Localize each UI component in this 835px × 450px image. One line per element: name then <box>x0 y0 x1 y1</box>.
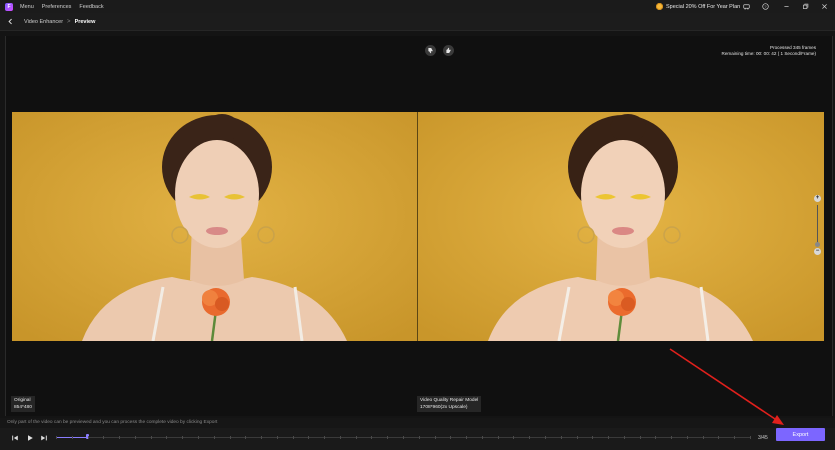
enhanced-model-label: Video Quality Repair Model <box>420 398 479 403</box>
timeline-tick <box>371 436 372 439</box>
timeline-tick <box>718 436 719 439</box>
minimize-icon[interactable] <box>782 2 791 11</box>
preview-area: Processed 345 frames Remaining time: 00:… <box>5 36 833 416</box>
timeline-tick <box>513 436 514 439</box>
timeline-tick <box>482 436 483 439</box>
timeline-tick <box>624 436 625 439</box>
menu-item-feedback[interactable]: Feedback <box>79 4 103 10</box>
timeline-tick <box>608 436 609 439</box>
timeline-tick <box>324 436 325 439</box>
timeline-tick <box>182 436 183 439</box>
app-logo: F <box>5 2 13 11</box>
timeline-tick <box>640 436 641 439</box>
zoom-slider-track[interactable] <box>817 205 818 245</box>
timeline-tick <box>387 436 388 439</box>
play-button[interactable] <box>25 433 35 443</box>
timeline-tick <box>340 436 341 439</box>
enhanced-resolution: 1708*960(2x Upscale) <box>420 405 468 410</box>
timeline-tick <box>356 436 357 439</box>
timeline-tick <box>308 436 309 439</box>
title-bar: F Menu Preferences Feedback Special 20% … <box>0 0 835 13</box>
original-resolution: 854*480 <box>14 405 32 410</box>
timeline-tick <box>198 436 199 439</box>
timeline-tick <box>166 436 167 439</box>
timeline-tick <box>450 436 451 439</box>
restore-icon[interactable] <box>801 2 810 11</box>
timeline-tick <box>72 436 73 439</box>
timeline-tick <box>135 436 136 439</box>
timeline-tick <box>245 436 246 439</box>
previous-frame-button[interactable] <box>10 433 20 443</box>
next-frame-button[interactable] <box>39 433 49 443</box>
timeline-tick <box>88 436 89 439</box>
timeline-tick <box>466 436 467 439</box>
breadcrumb-bar: Video Enhancer > Preview <box>0 13 835 31</box>
thumbs-down-button[interactable] <box>425 45 436 56</box>
timeline-tick <box>230 436 231 439</box>
timeline-tick <box>419 436 420 439</box>
thumbs-up-button[interactable] <box>443 45 454 56</box>
timeline-tick <box>592 436 593 439</box>
timeline-tick <box>435 436 436 439</box>
timeline-tick <box>151 436 152 439</box>
breadcrumb-video-enhancer[interactable]: Video Enhancer <box>24 19 63 25</box>
preview-hint: Only part of the video can be previewed … <box>0 418 835 428</box>
timeline-tick <box>214 436 215 439</box>
timeline-track[interactable] <box>56 434 751 439</box>
original-info-label: Original 854*480 <box>11 396 35 412</box>
zoom-in-button[interactable]: + <box>814 195 821 202</box>
timeline-tick <box>56 436 57 439</box>
svg-text:?: ? <box>764 5 766 9</box>
timeline-tick <box>403 436 404 439</box>
timeline-tick <box>103 436 104 439</box>
menu-item-preferences[interactable]: Preferences <box>42 4 72 10</box>
timeline-tick <box>261 436 262 439</box>
timeline-tick <box>703 436 704 439</box>
timeline-tick <box>293 436 294 439</box>
timeline-tick <box>561 436 562 439</box>
timeline-tick <box>529 436 530 439</box>
enhanced-video-frame <box>418 112 824 341</box>
timeline-tick <box>734 436 735 439</box>
zoom-slider-handle[interactable] <box>815 242 820 247</box>
remaining-time-text: Remaining time: 00: 00: 42 ( 1 Second/Fr… <box>721 50 816 56</box>
processing-status: Processed 345 frames Remaining time: 00:… <box>722 45 816 56</box>
timeline-tick <box>498 436 499 439</box>
timeline-tick <box>655 436 656 439</box>
coin-icon <box>656 3 663 10</box>
breadcrumb-separator: > <box>67 18 71 25</box>
promo-banner[interactable]: Special 20% Off For Year Plan <box>656 2 740 11</box>
playback-controls: 3/45 <box>0 428 835 450</box>
original-video-frame <box>12 112 418 341</box>
timeline-tick <box>671 436 672 439</box>
zoom-out-button[interactable]: − <box>814 248 821 255</box>
frame-counter: 3/45 <box>758 435 768 441</box>
timeline-tick <box>687 436 688 439</box>
timeline-tick <box>119 436 120 439</box>
timeline-tick <box>277 436 278 439</box>
export-button[interactable]: Export <box>776 428 825 441</box>
help-icon[interactable]: ? <box>761 2 770 11</box>
close-icon[interactable] <box>820 2 829 11</box>
back-button[interactable] <box>4 16 16 28</box>
timeline-tick <box>577 436 578 439</box>
menu-item-menu[interactable]: Menu <box>20 4 34 10</box>
breadcrumb-preview: Preview <box>74 18 96 25</box>
timeline-tick <box>750 436 751 439</box>
enhanced-info-label: Video Quality Repair Model 1708*960(2x U… <box>417 396 482 412</box>
timeline-tick <box>545 436 546 439</box>
cart-icon[interactable] <box>742 2 751 11</box>
original-label: Original <box>14 398 31 403</box>
promo-text: Special 20% Off For Year Plan <box>666 3 741 10</box>
